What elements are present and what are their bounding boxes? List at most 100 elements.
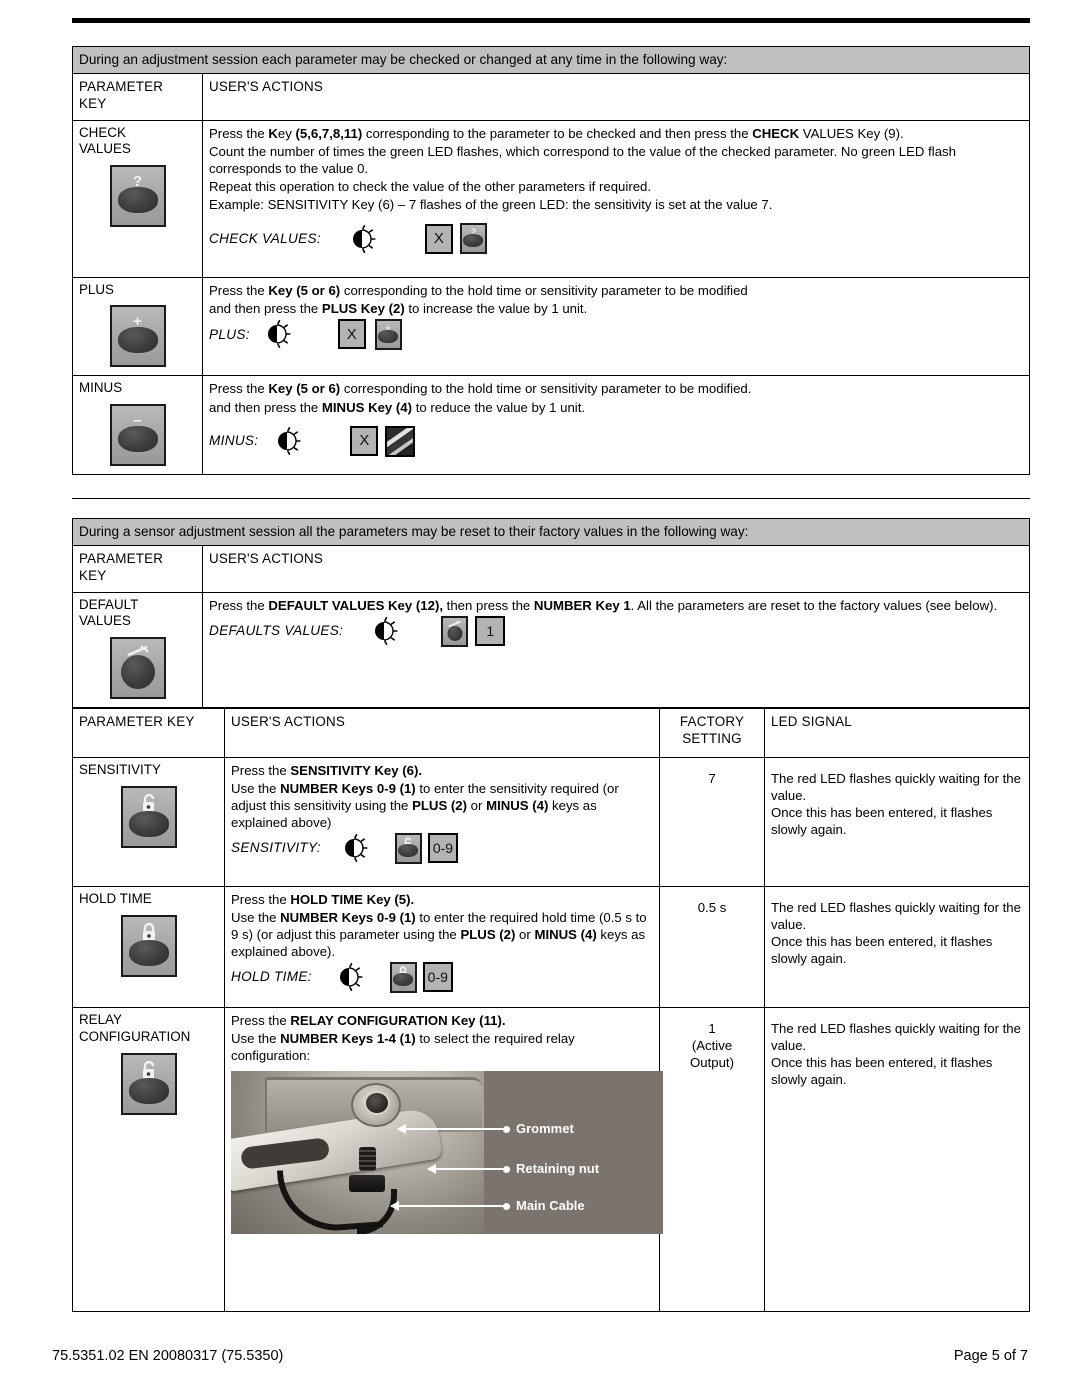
table3-header-row: PARAMETER KEY USER'S ACTIONS FACTORY SET… [72, 708, 1030, 758]
table3-col4-header: LED SIGNAL [764, 708, 1030, 758]
minus-para-2: and then press the MINUS Key (4) to redu… [209, 399, 586, 415]
open-padlock-key-icon [120, 1052, 177, 1115]
sensitivity-led-signal: The red LED flashes quickly waiting for … [764, 757, 1030, 887]
key-cap [463, 234, 484, 248]
sensitivity-key-cell: SENSITIVITY [72, 757, 225, 887]
hold-time-para-1: Press the HOLD TIME Key (5). [231, 892, 415, 907]
plus-key-icon-inline: + [374, 318, 402, 350]
table3-col3-header-line1: FACTORY [679, 714, 745, 729]
hold-time-actions-cell: Press the HOLD TIME Key (5). Use the NUM… [224, 886, 660, 1008]
x-box: X [424, 223, 453, 254]
check-values-para-1: Press the Key (5,6,7,8,11) corresponding… [209, 125, 904, 141]
minus-sequence-label: MINUS: [209, 433, 259, 449]
key-cap [398, 843, 419, 857]
table3-col3-header: FACTORY SETTING [659, 708, 765, 758]
hold-time-sequence: HOLD TIME: 0-9 [231, 961, 653, 993]
led-flash-icon [334, 962, 364, 992]
table2-banner: During a sensor adjustment session all t… [72, 518, 1030, 546]
table1-col2-header: USER'S ACTIONS [202, 72, 1030, 121]
open-padlock-key-icon [120, 785, 177, 848]
check-values-key-cell: CHECK VALUES ? [72, 119, 203, 278]
sensitivity-para-2: Use the NUMBER Keys 0-9 (1) to enter the… [231, 781, 619, 831]
callout-dot-icon [503, 1203, 510, 1211]
sensitivity-sequence: SENSITIVITY: 0-9 [231, 832, 653, 864]
relay-factory-setting-value: 1 [708, 1021, 716, 1036]
number-range-box: 0-9 [422, 962, 453, 993]
table-row: CHECK VALUES ? Press the Key (5,6,7,8,11… [72, 119, 1030, 278]
sensitivity-actions-cell: Press the SENSITIVITY Key (6). Use the N… [224, 757, 660, 887]
table1-header-row: PARAMETER KEY USER'S ACTIONS [72, 72, 1030, 121]
check-values-actions-cell: Press the Key (5,6,7,8,11) corresponding… [202, 119, 1030, 278]
hold-time-factory-setting: 0.5 s [659, 886, 765, 1008]
default-values-key-label-line2: VALUES [79, 613, 131, 629]
default-values-sequence-label: DEFAULTS VALUES: [209, 623, 344, 639]
number-box-1: 1 [475, 616, 506, 647]
relay-configuration-actions-cell: Press the RELAY CONFIGURATION Key (11). … [224, 1007, 663, 1312]
figure-grommet-part [359, 1147, 376, 1172]
hold-time-key-cell: HOLD TIME [72, 886, 225, 1008]
key-cap [393, 972, 414, 986]
x-box: X [337, 319, 366, 350]
led-flash-icon [369, 616, 399, 646]
table3-col3-header-line2: SETTING [682, 731, 742, 747]
key-cap [128, 1077, 169, 1104]
table1-banner: During an adjustment session each parame… [72, 46, 1030, 74]
led-flash-icon [347, 224, 377, 254]
hold-time-sequence-label: HOLD TIME: [231, 969, 312, 985]
number-range-box: 0-9 [427, 833, 458, 864]
check-values-sequence-label: CHECK VALUES: [209, 231, 321, 247]
page-footer: 75.5351.02 EN 20080317 (75.5350) Page 5 … [52, 1348, 1028, 1364]
question-key-icon: ? [109, 165, 166, 228]
plus-actions-cell: Press the Key (5 or 6) corresponding to … [202, 276, 1030, 377]
relay-key-label-line2: CONFIGURATION [79, 1028, 191, 1044]
figure-callouts: Grommet Retaining nut Main Cable [390, 1071, 663, 1234]
plus-para-1: Press the Key (5 or 6) corresponding to … [209, 282, 748, 298]
table1-col1-header-line2: KEY [79, 96, 107, 112]
table2-header-row: PARAMETER KEY USER'S ACTIONS [72, 544, 1030, 593]
leader-line-main-cable [390, 1201, 510, 1212]
leader-line-grommet [397, 1124, 510, 1135]
table1-col1-header: PARAMETER KEY [72, 72, 203, 121]
callout-dot-icon [503, 1166, 510, 1174]
key-cap [120, 655, 155, 690]
relay-factory-setting: 1 (Active Output) [659, 1007, 765, 1312]
key-cap [447, 625, 463, 641]
closed-padlock-key-icon [120, 914, 177, 977]
table-row: HOLD TIME Press the HOLD TIME Key (5). U… [72, 886, 1030, 1008]
x-box: X [350, 426, 379, 457]
minus-sequence: MINUS: X [209, 425, 1023, 457]
table2-col1-header: PARAMETER KEY [72, 544, 203, 593]
default-values-sequence: DEFAULTS VALUES: 1 [209, 615, 1023, 647]
sensor-cable-figure: Grommet Retaining nut Main Cable [231, 1071, 663, 1235]
key-cap [128, 939, 169, 966]
sensitivity-para-1: Press the SENSITIVITY Key (6). [231, 763, 423, 778]
check-values-sequence: CHECK VALUES: X ? [209, 223, 1023, 255]
top-rule-divider [72, 18, 1030, 23]
relay-key-label-line1: RELAY [79, 1012, 122, 1027]
factory-reset-table: During a sensor adjustment session all t… [72, 518, 1030, 709]
relay-led-signal: The red LED flashes quickly waiting for … [764, 1007, 1030, 1312]
section-divider-rule [72, 498, 1030, 499]
minus-key-cell: MINUS – [72, 375, 203, 476]
photo-chip-icon [385, 425, 416, 457]
open-padlock-key-icon-inline [394, 832, 422, 864]
callout-grommet-label: Grommet [516, 1121, 574, 1137]
led-flash-icon [339, 833, 369, 863]
table3-col1-header: PARAMETER KEY [72, 708, 225, 758]
key-cap [117, 426, 158, 453]
default-values-key-cell: DEFAULT VALUES [72, 591, 203, 709]
callout-main-cable-label: Main Cable [516, 1198, 585, 1214]
key-cap [117, 187, 158, 214]
document-page: During an adjustment session each parame… [0, 0, 1080, 1397]
plus-key-cell: PLUS + [72, 276, 203, 377]
callout-dot-icon [503, 1126, 510, 1134]
relay-factory-setting-note-line2: Output) [690, 1055, 734, 1071]
key-cap [378, 329, 399, 343]
callout-main-cable: Main Cable [503, 1198, 585, 1215]
minus-key-label: MINUS [79, 380, 123, 396]
plus-sequence: PLUS: X + [209, 318, 1023, 350]
footer-page-number: Page 5 of 7 [953, 1348, 1028, 1364]
relay-factory-setting-note-line1: (Active [691, 1038, 733, 1054]
table-row: PLUS + Press the Key (5 or 6) correspond… [72, 276, 1030, 377]
minus-actions-cell: Press the Key (5 or 6) corresponding to … [202, 375, 1030, 476]
